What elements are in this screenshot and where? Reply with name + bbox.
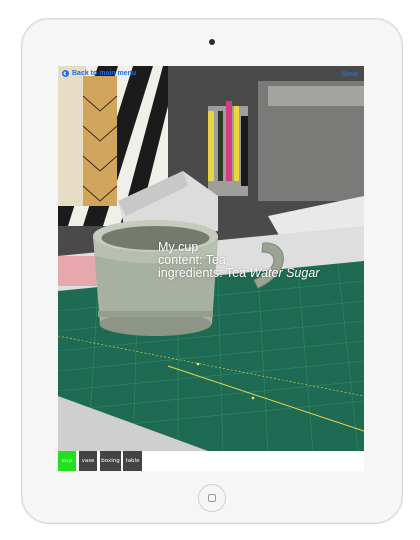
label-ingredients: ingredients: Tea Water Sugar [158, 267, 319, 280]
camera-icon [209, 39, 215, 45]
home-button-icon [208, 494, 216, 502]
object-button-vase[interactable]: vase [79, 451, 97, 471]
back-to-main-menu-link[interactable]: Back to main menu [62, 70, 136, 77]
object-selector-bar: cup vase boxing table [58, 451, 364, 471]
object-button-boxing[interactable]: boxing [100, 451, 121, 471]
top-navigation-bar: Back to main menu Save [58, 66, 364, 82]
ingredients-prefix: ingredients: Tea [158, 266, 250, 280]
object-button-table[interactable]: table [123, 451, 142, 471]
save-button[interactable]: Save [342, 71, 358, 78]
app-screen: Back to main menu Save My cup content: T… [58, 66, 364, 471]
ar-object-label: My cup content: Tea ingredients: Tea Wat… [158, 241, 319, 280]
object-button-label: boxing [101, 458, 120, 464]
object-button-label: cup [61, 458, 72, 464]
object-button-label: table [125, 458, 140, 464]
object-button-label: vase [81, 458, 95, 464]
tablet-frame: Back to main menu Save My cup content: T… [21, 18, 403, 524]
back-label: Back to main menu [72, 70, 137, 77]
home-button[interactable] [198, 484, 226, 512]
gold-box [82, 76, 118, 206]
back-arrow-icon [62, 70, 69, 77]
object-button-cup[interactable]: cup [58, 451, 76, 471]
ingredients-italic: Water Sugar [249, 266, 320, 280]
